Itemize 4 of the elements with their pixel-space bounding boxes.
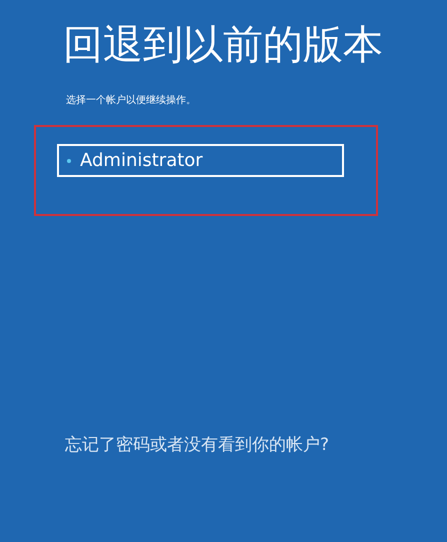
instruction-text: 选择一个帐户以便继续操作。 — [66, 94, 196, 108]
forgot-password-link[interactable]: 忘记了密码或者没有看到你的帐户? — [65, 433, 330, 457]
page-title: 回退到以前的版本 — [63, 21, 383, 70]
account-button[interactable]: Administrator — [57, 144, 344, 177]
